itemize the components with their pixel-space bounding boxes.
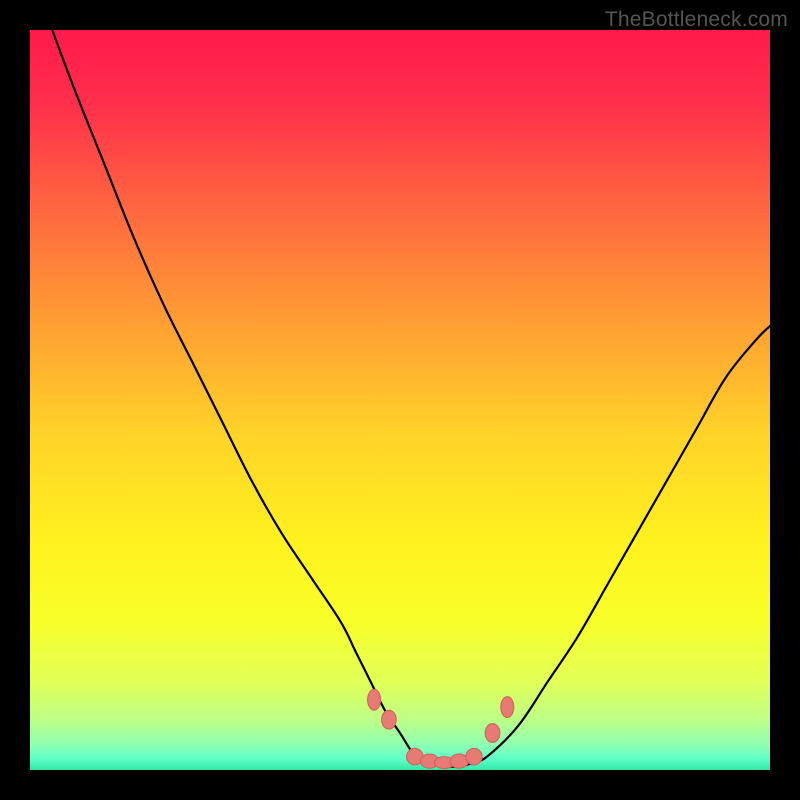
marker-dot <box>501 697 514 718</box>
marker-dot <box>466 748 483 765</box>
bottom-markers <box>368 689 514 768</box>
bottleneck-curve <box>52 30 770 767</box>
curve-layer <box>30 30 770 770</box>
marker-dot <box>382 710 397 729</box>
plot-area <box>30 30 770 770</box>
chart-frame: TheBottleneck.com <box>0 0 800 800</box>
marker-dot <box>368 689 381 710</box>
marker-dot <box>485 724 500 743</box>
watermark-text: TheBottleneck.com <box>605 8 788 32</box>
